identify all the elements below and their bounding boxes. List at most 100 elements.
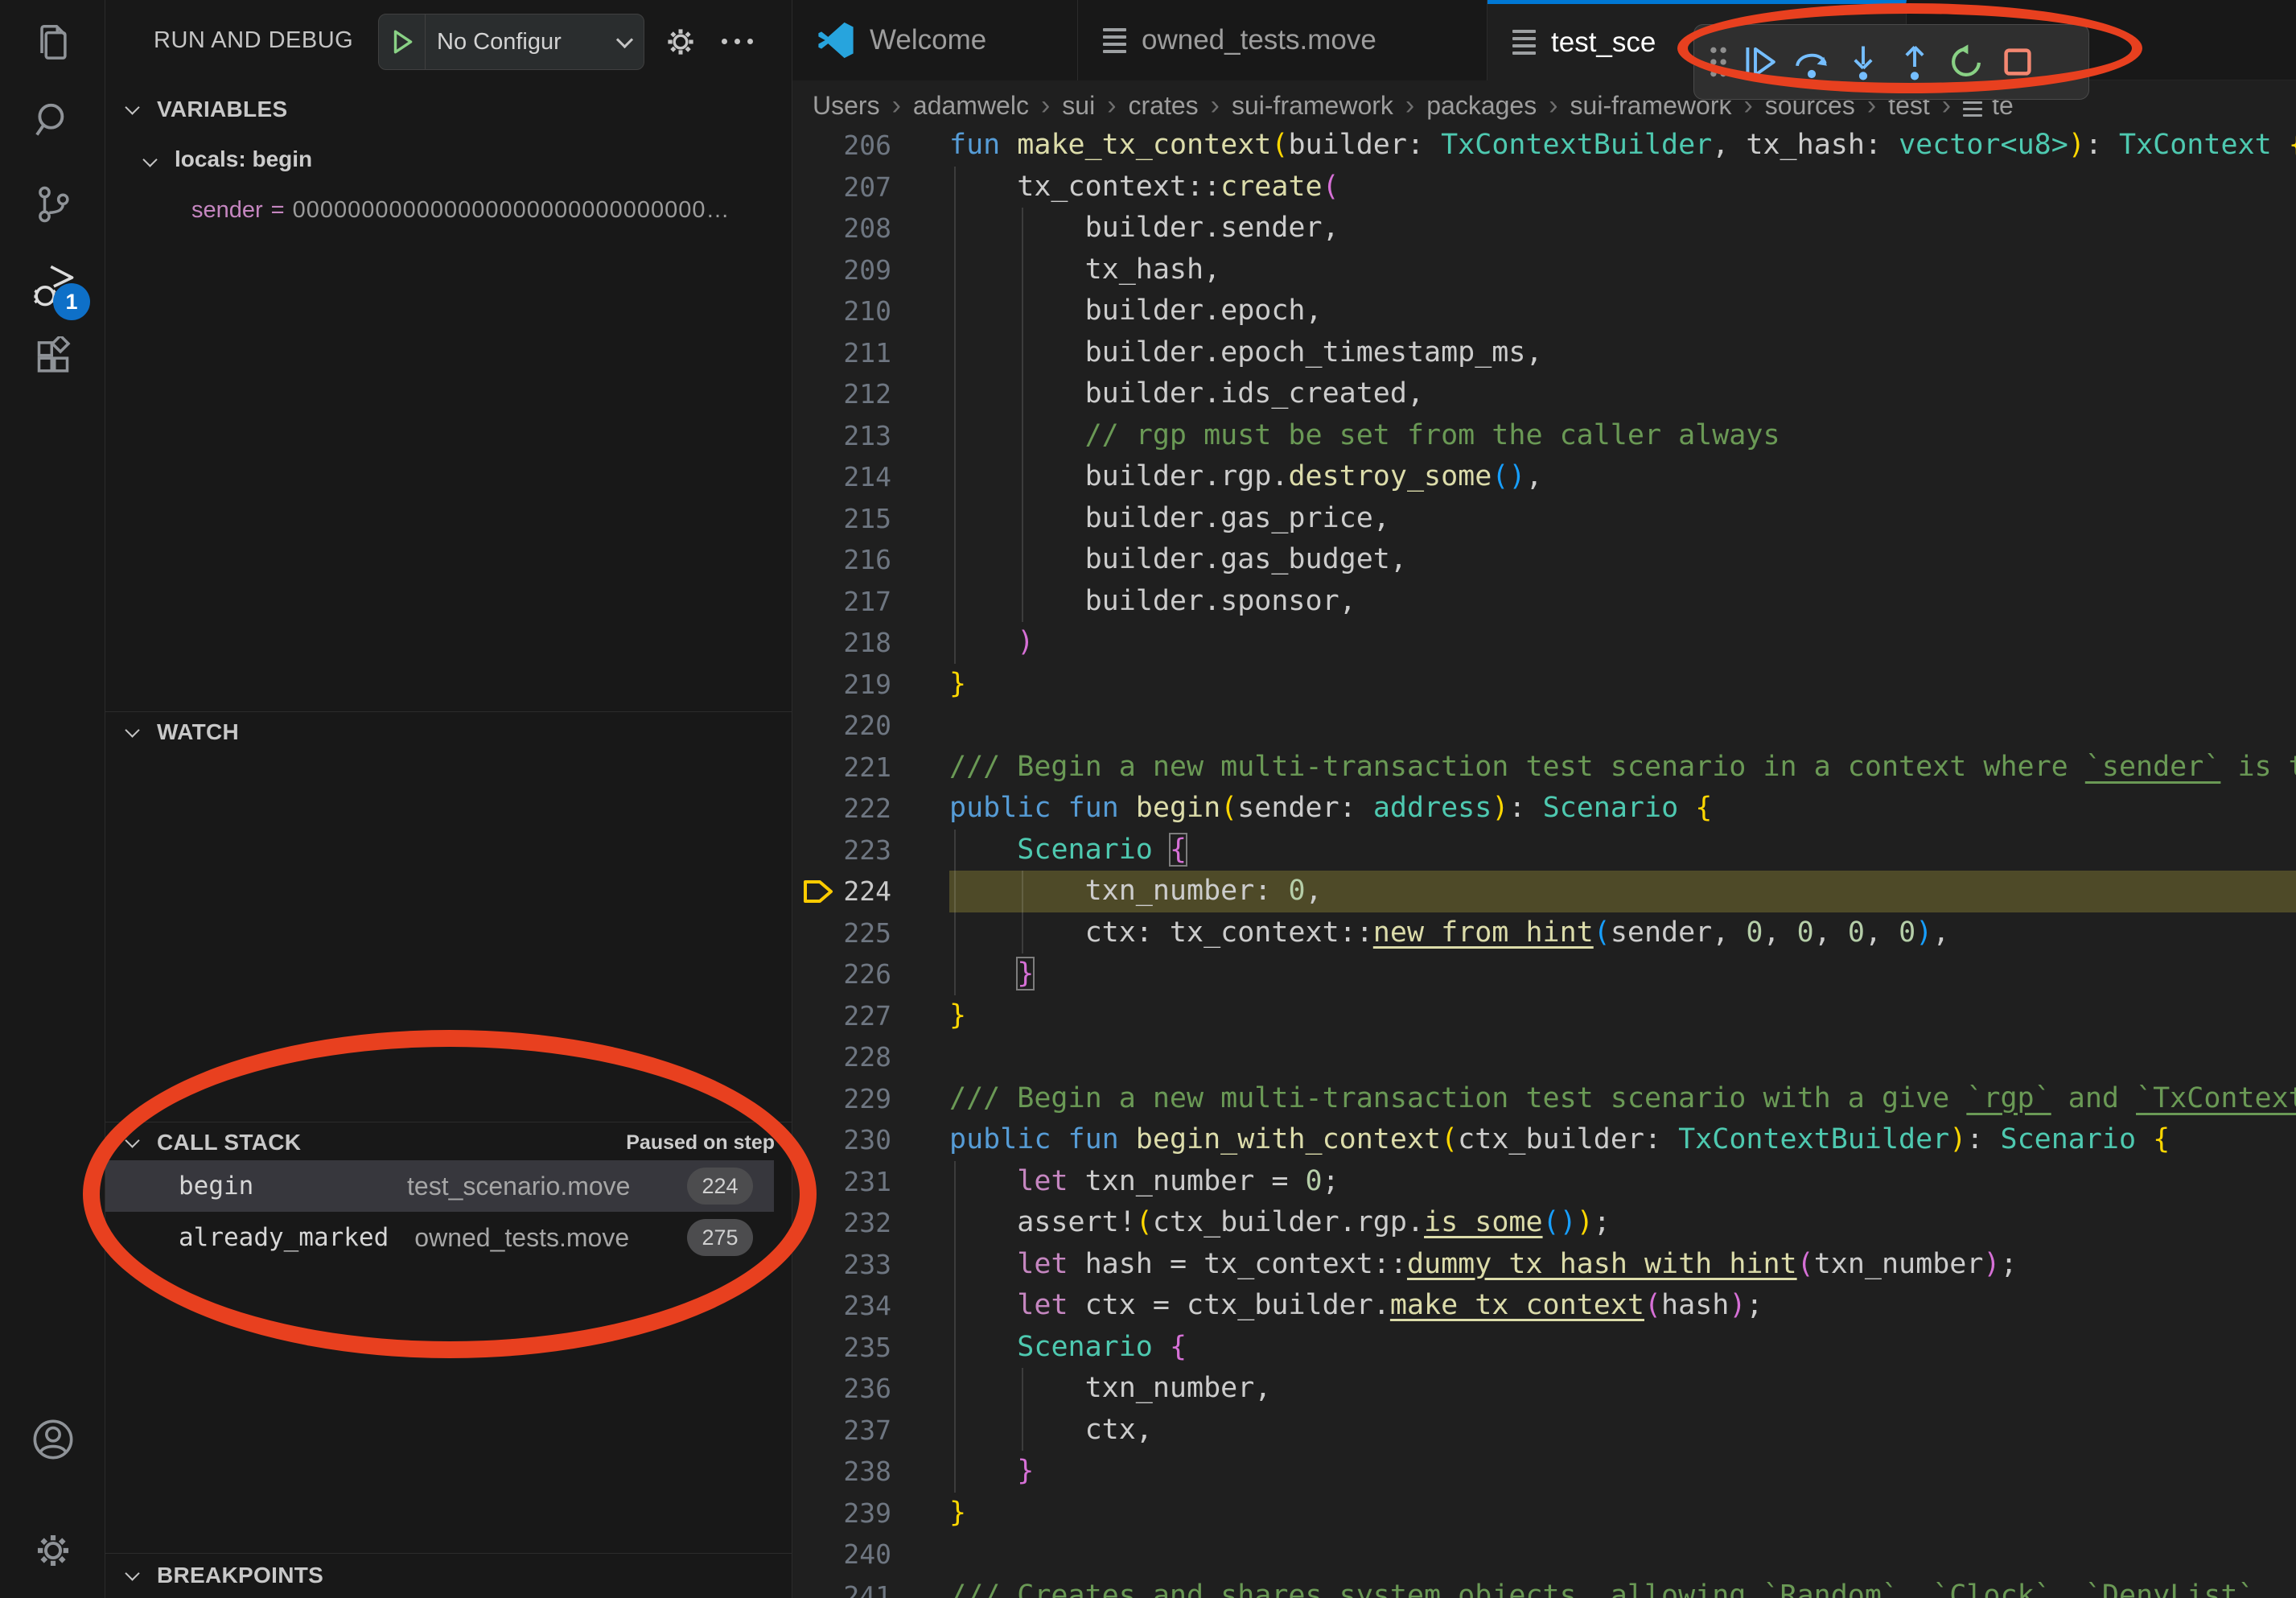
- code-line[interactable]: 238 }: [792, 1451, 2296, 1493]
- watch-section-header[interactable]: WATCH: [105, 713, 792, 752]
- code-line[interactable]: 227}: [792, 995, 2296, 1037]
- explorer-icon[interactable]: [0, 19, 105, 64]
- line-number[interactable]: 212: [837, 373, 891, 415]
- breadcrumb-item[interactable]: adamwelc: [913, 91, 1029, 121]
- code-line[interactable]: 208 builder.sender,: [792, 208, 2296, 249]
- line-number[interactable]: 235: [837, 1327, 891, 1369]
- code-editor[interactable]: 206fun make_tx_context(builder: TxContex…: [792, 125, 2296, 1598]
- line-number[interactable]: 225: [837, 912, 891, 954]
- code-line[interactable]: 210 builder.epoch,: [792, 290, 2296, 332]
- line-number[interactable]: 239: [837, 1493, 891, 1534]
- line-number[interactable]: 219: [837, 664, 891, 706]
- line-number[interactable]: 222: [837, 788, 891, 830]
- settings-gear-icon[interactable]: [0, 1527, 105, 1574]
- line-number[interactable]: 226: [837, 953, 891, 995]
- launch-configuration-dropdown[interactable]: No Configur: [378, 14, 644, 70]
- line-number[interactable]: 209: [837, 249, 891, 291]
- code-line[interactable]: 219}: [792, 664, 2296, 706]
- step-into-button[interactable]: [1837, 36, 1889, 88]
- code-line[interactable]: 214 builder.rgp.destroy_some(),: [792, 456, 2296, 498]
- variables-section-header[interactable]: VARIABLES: [105, 90, 792, 129]
- variable-row[interactable]: sender = 000000000000000000000000000000…: [105, 190, 792, 230]
- step-over-button[interactable]: [1786, 36, 1837, 88]
- code-line[interactable]: 225 ctx: tx_context::new_from_hint(sende…: [792, 912, 2296, 954]
- code-line[interactable]: 228: [792, 1036, 2296, 1078]
- toolbar-drag-grip[interactable]: [1702, 36, 1734, 88]
- code-line[interactable]: 220: [792, 705, 2296, 747]
- code-line[interactable]: 206fun make_tx_context(builder: TxContex…: [792, 125, 2296, 167]
- source-control-icon[interactable]: [0, 182, 105, 227]
- line-number[interactable]: 207: [837, 167, 891, 208]
- line-number[interactable]: 214: [837, 456, 891, 498]
- code-line[interactable]: 215 builder.gas_price,: [792, 498, 2296, 540]
- line-number[interactable]: 210: [837, 290, 891, 332]
- code-line[interactable]: 240: [792, 1534, 2296, 1575]
- code-line[interactable]: 241/// Creates and shares system objects…: [792, 1575, 2296, 1598]
- line-number[interactable]: 237: [837, 1410, 891, 1452]
- breadcrumb-item[interactable]: Users: [813, 91, 880, 121]
- breadcrumb-item[interactable]: sui-framework: [1232, 91, 1393, 121]
- line-number[interactable]: 221: [837, 747, 891, 789]
- breadcrumb-item[interactable]: crates: [1129, 91, 1199, 121]
- line-number[interactable]: 224: [837, 871, 891, 912]
- line-number[interactable]: 228: [837, 1036, 891, 1078]
- line-number[interactable]: 233: [837, 1244, 891, 1286]
- variables-scope-row[interactable]: locals: begin: [105, 138, 792, 180]
- code-line[interactable]: 229/// Begin a new multi-transaction tes…: [792, 1078, 2296, 1120]
- code-line[interactable]: 217 builder.sponsor,: [792, 581, 2296, 623]
- search-icon[interactable]: [0, 98, 105, 143]
- restart-button[interactable]: [1940, 36, 1992, 88]
- code-line[interactable]: 207 tx_context::create(: [792, 167, 2296, 208]
- code-line[interactable]: 235 Scenario {: [792, 1327, 2296, 1369]
- line-number[interactable]: 229: [837, 1078, 891, 1120]
- line-number[interactable]: 220: [837, 705, 891, 747]
- tab-owned-tests-move[interactable]: owned_tests.move: [1078, 0, 1487, 80]
- line-number[interactable]: 238: [837, 1451, 891, 1493]
- code-line[interactable]: 213 // rgp must be set from the caller a…: [792, 415, 2296, 457]
- line-number[interactable]: 241: [837, 1575, 891, 1598]
- stop-button[interactable]: [1992, 36, 2043, 88]
- code-line[interactable]: 223 Scenario {: [792, 830, 2296, 871]
- tab-welcome[interactable]: Welcome: [792, 0, 1078, 80]
- line-number[interactable]: 223: [837, 830, 891, 871]
- step-out-button[interactable]: [1889, 36, 1940, 88]
- code-line[interactable]: 218 ): [792, 622, 2296, 664]
- line-number[interactable]: 215: [837, 498, 891, 540]
- breakpoints-section-header[interactable]: BREAKPOINTS: [105, 1556, 792, 1595]
- breadcrumb-item[interactable]: packages: [1426, 91, 1537, 121]
- call-stack-section-header[interactable]: CALL STACK Paused on step: [105, 1123, 792, 1162]
- line-number[interactable]: 236: [837, 1368, 891, 1410]
- code-line[interactable]: 231 let txn_number = 0;: [792, 1161, 2296, 1203]
- call-stack-frame[interactable]: begintest_scenario.move224: [105, 1160, 774, 1212]
- debug-settings-gear-icon[interactable]: [660, 22, 701, 66]
- line-number[interactable]: 216: [837, 539, 891, 581]
- code-line[interactable]: 211 builder.epoch_timestamp_ms,: [792, 332, 2296, 374]
- line-number[interactable]: 206: [837, 125, 891, 167]
- line-number[interactable]: 230: [837, 1119, 891, 1161]
- code-line[interactable]: 236 txn_number,: [792, 1368, 2296, 1410]
- line-number[interactable]: 240: [837, 1534, 891, 1575]
- line-number[interactable]: 217: [837, 581, 891, 623]
- breadcrumb-item[interactable]: sui: [1062, 91, 1095, 121]
- code-line[interactable]: 224 txn_number: 0,: [792, 871, 2296, 912]
- line-number[interactable]: 211: [837, 332, 891, 374]
- line-number[interactable]: 227: [837, 995, 891, 1037]
- code-line[interactable]: 232 assert!(ctx_builder.rgp.is_some());: [792, 1202, 2296, 1244]
- code-line[interactable]: 237 ctx,: [792, 1410, 2296, 1452]
- line-number[interactable]: 234: [837, 1285, 891, 1327]
- line-number[interactable]: 231: [837, 1161, 891, 1203]
- code-line[interactable]: 216 builder.gas_budget,: [792, 539, 2296, 581]
- start-debug-icon[interactable]: [379, 14, 426, 69]
- code-line[interactable]: 234 let ctx = ctx_builder.make_tx_contex…: [792, 1285, 2296, 1327]
- code-line[interactable]: 239}: [792, 1493, 2296, 1534]
- code-line[interactable]: 221/// Begin a new multi-transaction tes…: [792, 747, 2296, 789]
- line-number[interactable]: 208: [837, 208, 891, 249]
- code-line[interactable]: 212 builder.ids_created,: [792, 373, 2296, 415]
- continue-button[interactable]: [1734, 36, 1786, 88]
- code-line[interactable]: 230public fun begin_with_context(ctx_bui…: [792, 1119, 2296, 1161]
- code-line[interactable]: 233 let hash = tx_context::dummy_tx_hash…: [792, 1244, 2296, 1286]
- code-line[interactable]: 209 tx_hash,: [792, 249, 2296, 291]
- account-icon[interactable]: [0, 1416, 105, 1463]
- execution-pointer-icon[interactable]: [792, 871, 837, 912]
- call-stack-frame[interactable]: already_markedowned_tests.move275: [105, 1212, 774, 1263]
